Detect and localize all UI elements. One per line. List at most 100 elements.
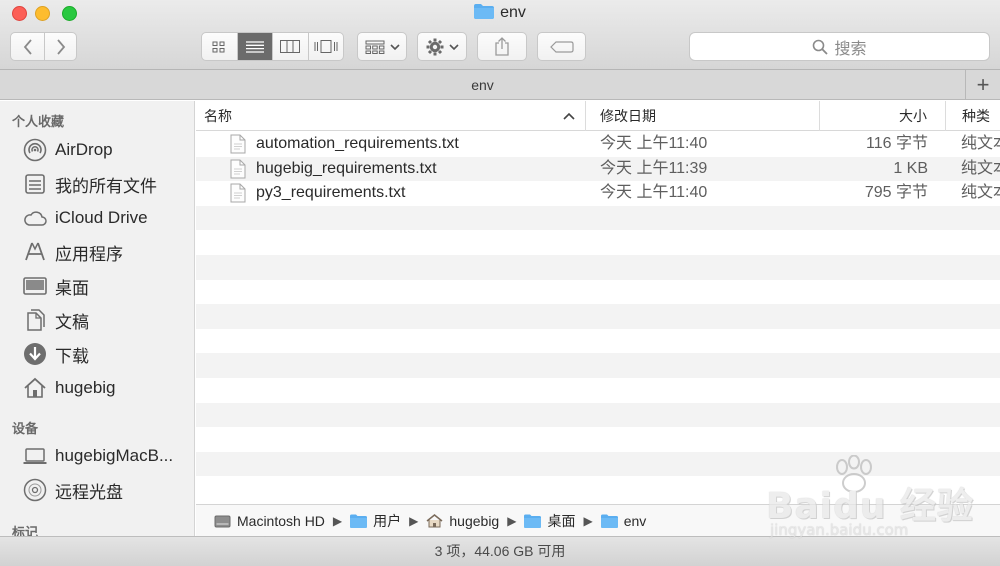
- documents-icon: [22, 307, 48, 333]
- tab-env[interactable]: env: [0, 70, 965, 100]
- arrange-icon: [365, 40, 384, 54]
- empty-row: [196, 254, 1000, 280]
- applications-icon: [22, 239, 48, 265]
- icon-view-button[interactable]: [202, 33, 238, 60]
- desktop-icon: [22, 273, 48, 299]
- search-field[interactable]: 搜索: [689, 32, 990, 61]
- path-crumb-env[interactable]: env: [600, 512, 647, 529]
- path-separator-icon: ▶: [507, 513, 517, 528]
- path-crumb-label: 用户: [373, 512, 402, 529]
- file-row[interactable]: hugebig_requirements.txt 今天 上午11:39 1 KB…: [196, 156, 1000, 182]
- file-size: 795 字节: [864, 184, 928, 202]
- sidebar-item-documents[interactable]: 文稿: [22, 305, 89, 335]
- search-placeholder: 搜索: [834, 40, 867, 58]
- path-crumb-label: env: [623, 512, 647, 529]
- sidebar-header-favorites: 个人收藏: [12, 114, 65, 129]
- window-title: env: [0, 4, 1000, 22]
- path-crumb-label: hugebig: [449, 512, 500, 529]
- file-name-cell: hugebig_requirements.txt: [230, 157, 586, 182]
- sidebar-header-tags: 标记: [12, 525, 39, 536]
- empty-row: [196, 427, 1000, 452]
- back-button[interactable]: [10, 32, 45, 61]
- grid-icon: [212, 41, 225, 52]
- arrange-button[interactable]: [357, 32, 407, 61]
- column-header-name-label: 名称: [204, 108, 232, 124]
- search-icon: [813, 39, 829, 55]
- sidebar-item-desktop[interactable]: 桌面: [22, 271, 89, 301]
- sidebar-item-macbook[interactable]: hugebigMacB...: [22, 441, 173, 471]
- file-row[interactable]: automation_requirements.txt 今天 上午11:40 1…: [196, 132, 1000, 157]
- action-button[interactable]: [417, 32, 467, 61]
- file-name-cell: py3_requirements.txt: [230, 181, 586, 206]
- finder-window: env 搜索 env + 个人收藏 AirDrop 我的所有文件 iCloud …: [0, 0, 1000, 566]
- chevron-down-icon: [389, 43, 400, 50]
- file-date: 今天 上午11:39: [600, 159, 708, 177]
- hard-drive-icon: [214, 515, 231, 527]
- file-size: 116 字节: [866, 135, 928, 152]
- path-crumb-desktop[interactable]: 桌面: [524, 511, 575, 531]
- sidebar-item-airdrop[interactable]: AirDrop: [22, 135, 113, 165]
- sort-ascending-icon: [563, 101, 575, 131]
- empty-row: [196, 230, 1000, 255]
- sidebar-item-downloads[interactable]: 下载: [22, 339, 89, 369]
- file-list: 名称 修改日期 大小 种类 automation_requirements.tx…: [196, 101, 1000, 504]
- path-crumb-users[interactable]: 用户: [350, 511, 401, 531]
- gear-icon: [426, 38, 443, 55]
- sidebar-item-label: 应用程序: [55, 244, 123, 264]
- sidebar-item-all-files[interactable]: 我的所有文件: [22, 169, 157, 199]
- disc-icon: [22, 477, 48, 503]
- file-name-cell: automation_requirements.txt: [230, 132, 586, 157]
- column-header-size[interactable]: 大小: [820, 101, 946, 131]
- empty-row: [196, 205, 1000, 231]
- home-icon: [426, 513, 443, 527]
- sidebar-item-home[interactable]: hugebig: [22, 373, 116, 403]
- sidebar-item-remote-disc[interactable]: 远程光盘: [22, 475, 123, 505]
- list-icon: [245, 40, 264, 53]
- file-name: py3_requirements.txt: [256, 184, 406, 202]
- share-icon: [495, 37, 509, 56]
- sidebar-item-label: hugebigMacB...: [55, 446, 174, 465]
- forward-button[interactable]: [44, 32, 77, 61]
- columns-icon: [280, 40, 301, 53]
- file-date: 今天 上午11:40: [600, 135, 708, 152]
- gallery-view-button[interactable]: [309, 33, 344, 60]
- empty-row: [196, 402, 1000, 428]
- empty-row: [196, 280, 1000, 305]
- sidebar-item-icloud[interactable]: iCloud Drive: [22, 203, 148, 233]
- new-tab-button[interactable]: +: [965, 70, 1000, 100]
- list-view-button[interactable]: [237, 33, 273, 60]
- share-button[interactable]: [477, 32, 527, 61]
- file-row[interactable]: py3_requirements.txt 今天 上午11:40 795 字节 纯…: [196, 181, 1000, 206]
- window-title-text: env: [500, 4, 526, 21]
- empty-row: [196, 304, 1000, 329]
- column-header-kind[interactable]: 种类: [946, 101, 1000, 131]
- file-date: 今天 上午11:40: [600, 184, 708, 202]
- coverflow-icon: [314, 40, 338, 53]
- sidebar-item-label: 我的所有文件: [55, 176, 157, 196]
- file-size: 1 KB: [893, 159, 928, 177]
- column-header-name[interactable]: 名称: [196, 101, 586, 131]
- toolbar: env 搜索: [0, 0, 1000, 70]
- sidebar-item-label: 远程光盘: [55, 482, 123, 502]
- file-kind: 纯文本: [961, 184, 1000, 202]
- sidebar-item-label: 文稿: [55, 312, 89, 332]
- folder-icon: [474, 4, 495, 19]
- chevron-right-icon: [56, 38, 65, 55]
- file-kind: 纯文本: [961, 159, 1000, 177]
- cloud-icon: [22, 205, 48, 231]
- sidebar-item-applications[interactable]: 应用程序: [22, 237, 123, 267]
- path-crumb-label: 桌面: [547, 512, 576, 529]
- path-crumb-home[interactable]: hugebig: [426, 513, 499, 529]
- column-header-date[interactable]: 修改日期: [586, 101, 820, 131]
- watermark-sub: jingyan.baidu.com: [770, 521, 909, 539]
- path-crumb-macintosh-hd[interactable]: Macintosh HD: [214, 513, 325, 529]
- column-view-button[interactable]: [273, 33, 309, 60]
- path-crumb-label: Macintosh HD: [237, 512, 325, 529]
- tags-button[interactable]: [537, 32, 586, 61]
- chevron-left-icon: [23, 38, 32, 55]
- file-name: hugebig_requirements.txt: [256, 159, 437, 177]
- view-mode-control: [201, 32, 344, 61]
- sidebar-item-label: 下载: [55, 346, 89, 366]
- baidu-watermark: Baidu 经验 jingyan.baidu.com: [766, 455, 996, 545]
- sidebar-item-label: 桌面: [55, 278, 89, 298]
